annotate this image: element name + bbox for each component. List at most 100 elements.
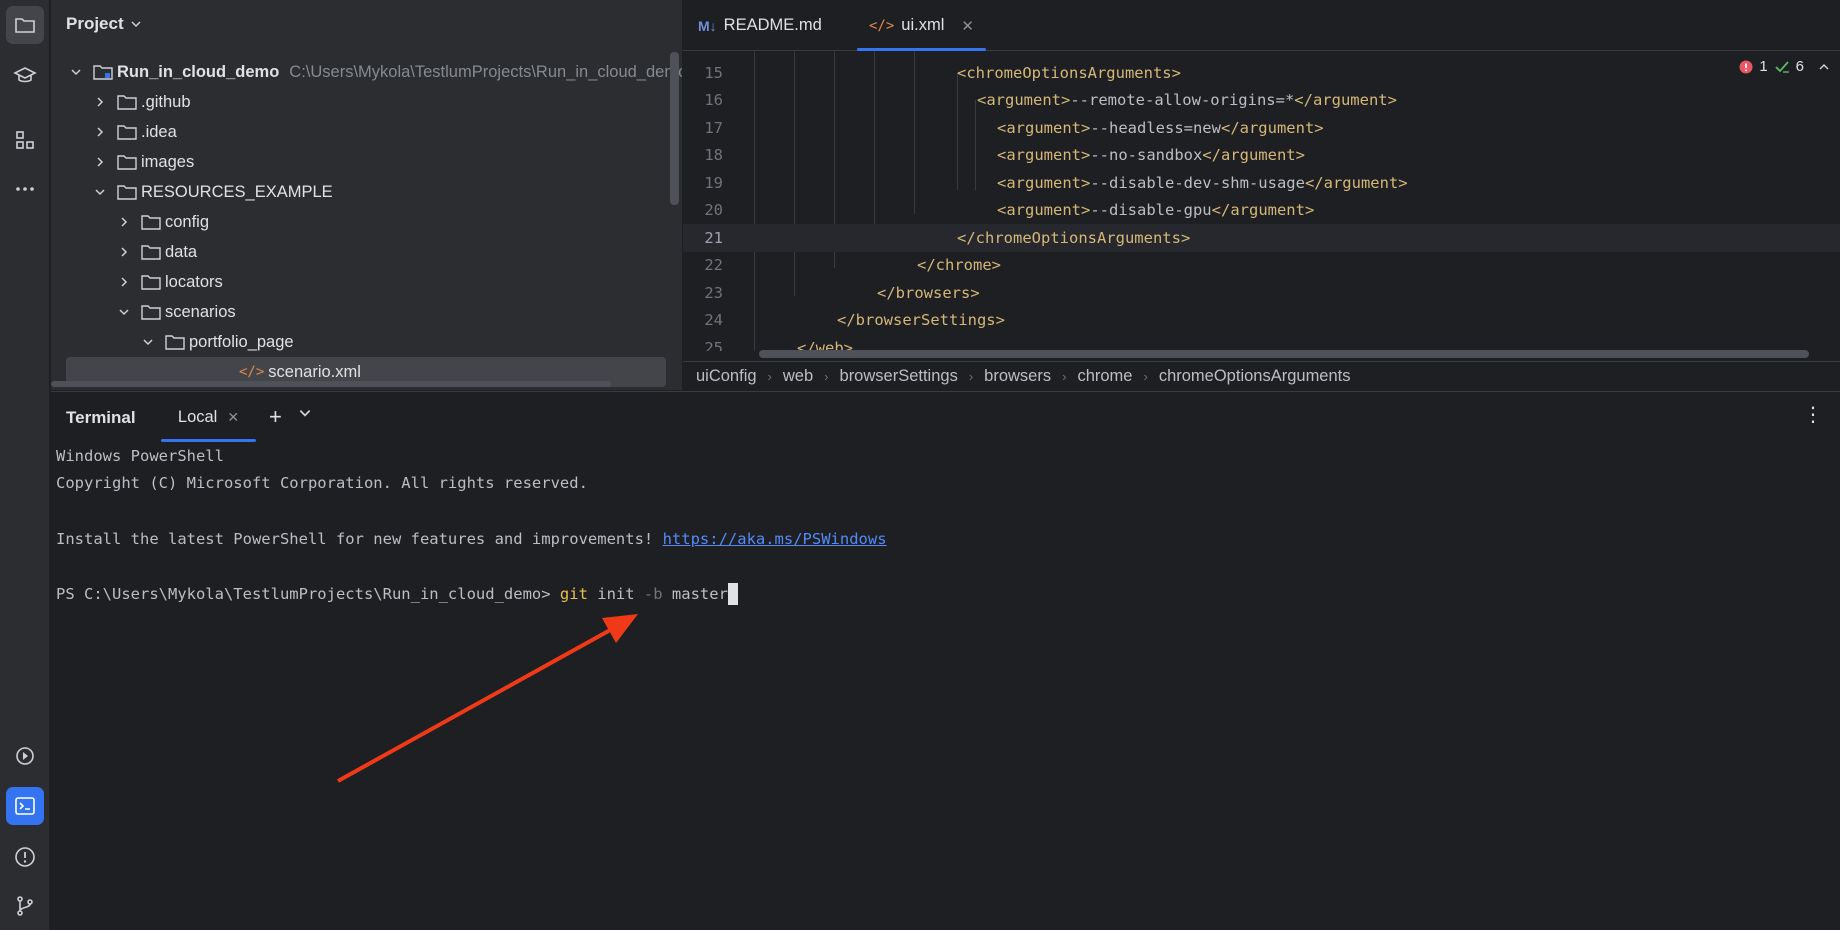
code-tag: <argument> — [997, 201, 1091, 220]
terminal-panel: Terminal Local ✕ + ⋮ Windows PowerShell … — [51, 391, 1840, 930]
structure-tool-button[interactable] — [6, 121, 44, 159]
folder-icon — [117, 124, 137, 140]
code-value: --headless=new — [1090, 118, 1221, 137]
code-tag: <argument> — [997, 118, 1091, 137]
chevron-right-icon — [93, 95, 107, 109]
folder-icon — [141, 274, 161, 290]
breadcrumb-item[interactable]: browserSettings — [840, 367, 958, 386]
root-name: Run_in_cloud_demo — [117, 62, 280, 81]
tree-item-portfolio-page[interactable]: portfolio_page — [141, 327, 294, 357]
project-panel: Project Run_in_cloud_demo C:\Users\Mykol… — [51, 0, 682, 390]
close-icon[interactable]: ✕ — [227, 409, 239, 426]
services-tool-button[interactable] — [6, 737, 44, 775]
code-tag: </argument> — [1294, 91, 1397, 110]
code-area[interactable]: 15 <chromeOptionsArguments> 16 <argument… — [683, 51, 1840, 351]
tool-window-strip — [0, 0, 50, 930]
markdown-file-icon: M↓ — [698, 17, 717, 34]
tree-item-resources-example[interactable]: RESOURCES_EXAMPLE — [93, 177, 333, 207]
terminal-header: Terminal Local ✕ + ⋮ — [51, 392, 1840, 442]
terminal-prompt: PS C:\Users\Mykola\TestlumProjects\Run_i… — [56, 584, 560, 603]
graduation-cap-icon — [13, 67, 37, 83]
editor-horizontal-scrollbar[interactable] — [759, 350, 1809, 358]
chevron-down-icon[interactable] — [298, 406, 312, 425]
code-tag: </browserSettings> — [837, 311, 1005, 330]
tree-item-data[interactable]: data — [117, 237, 197, 267]
code-text: <argument>--disable-dev-shm-usage</argum… — [997, 174, 1408, 192]
code-line-21: 21 </chromeOptionsArguments> — [683, 224, 1840, 252]
tree-item-images[interactable]: images — [93, 147, 194, 177]
folder-icon — [15, 18, 35, 33]
module-folder-icon — [93, 64, 113, 80]
xml-file-icon: </> — [869, 17, 895, 34]
text-cursor — [727, 582, 738, 605]
code-value: --remote-allow-origins=* — [1070, 91, 1295, 110]
problems-tool-button[interactable] — [6, 838, 44, 876]
terminal-line: Windows PowerShell — [56, 446, 224, 465]
chevron-right-icon — [117, 245, 131, 259]
breadcrumb-item[interactable]: browsers — [984, 367, 1051, 386]
chevron-right-icon — [93, 125, 107, 139]
breadcrumb-item[interactable]: chrome — [1077, 367, 1132, 386]
chevron-down-icon — [93, 185, 107, 199]
code-value: --disable-dev-shm-usage — [1090, 173, 1305, 192]
tree-item-idea[interactable]: .idea — [93, 117, 177, 147]
code-line-24: 24 </browserSettings> — [683, 307, 1840, 335]
powershell-link[interactable]: https://aka.ms/PSWindows — [663, 530, 887, 548]
tab-ui-xml[interactable]: </> ui.xml ✕ — [857, 0, 986, 51]
tree-item-scenarios[interactable]: scenarios — [117, 297, 236, 327]
more-vertical-icon[interactable]: ⋮ — [1803, 402, 1823, 427]
tree-item-label: portfolio_page — [189, 332, 294, 351]
git-branch-icon — [17, 896, 33, 916]
learn-tool-button[interactable] — [6, 56, 44, 94]
line-number: 19 — [704, 173, 723, 192]
line-number: 25 — [704, 338, 723, 351]
editor-tabs: M↓ README.md </> ui.xml ✕ — [683, 0, 1840, 51]
project-horizontal-scrollbar[interactable] — [51, 381, 611, 387]
breadcrumb-item[interactable]: web — [783, 367, 813, 386]
tree-item-locators[interactable]: locators — [117, 267, 223, 297]
folder-icon — [117, 184, 137, 200]
terminal-line-empty — [56, 552, 887, 580]
tree-item-github[interactable]: .github — [93, 87, 191, 117]
tree-item-label: RESOURCES_EXAMPLE — [141, 182, 333, 201]
run-services-icon — [16, 747, 34, 765]
folder-icon — [141, 244, 161, 260]
code-value: --no-sandbox — [1090, 146, 1203, 165]
code-tag: </argument> — [1220, 118, 1324, 137]
new-tab-plus-icon[interactable]: + — [269, 404, 282, 430]
project-tool-button[interactable] — [6, 6, 44, 44]
code-tag: <argument> — [997, 146, 1091, 165]
terminal-output[interactable]: Windows PowerShell Copyright (C) Microso… — [56, 442, 887, 608]
close-icon[interactable]: ✕ — [961, 17, 974, 35]
terminal-tool-button[interactable] — [6, 787, 44, 825]
code-line-15: 15 <chromeOptionsArguments> — [683, 59, 1840, 87]
breadcrumb-item[interactable]: chromeOptionsArguments — [1159, 367, 1351, 386]
project-vertical-scrollbar[interactable] — [670, 52, 679, 205]
tab-label: Local — [177, 407, 218, 426]
line-number: 24 — [704, 311, 723, 330]
code-text: <argument>--headless=new</argument> — [997, 119, 1324, 137]
tab-local[interactable]: Local ✕ — [161, 392, 256, 442]
tab-readme[interactable]: M↓ README.md — [698, 0, 822, 51]
code-line-22: 22 </chrome> — [683, 252, 1840, 280]
folder-icon — [117, 94, 137, 110]
tree-item-config[interactable]: config — [117, 207, 209, 237]
git-tool-button[interactable] — [6, 887, 44, 925]
line-number: 23 — [704, 283, 723, 302]
chevron-right-icon — [117, 215, 131, 229]
root-path: C:\Users\Mykola\TestlumProjects\Run_in_c… — [289, 62, 682, 81]
breadcrumb-item[interactable]: uiConfig — [696, 367, 757, 386]
line-number: 16 — [704, 91, 723, 110]
chevron-right-icon: › — [1143, 368, 1148, 384]
more-horizontal-icon — [16, 187, 34, 191]
more-tools-button[interactable] — [6, 170, 44, 208]
chevron-down-icon — [131, 21, 141, 28]
line-number: 17 — [704, 118, 723, 137]
project-header[interactable]: Project — [66, 14, 142, 34]
code-tag: <chromeOptionsArguments> — [957, 63, 1181, 82]
tab-label: ui.xml — [901, 16, 945, 34]
code-line-16: 16 <argument>--remote-allow-origins=*</a… — [683, 87, 1840, 115]
tree-root-run-in-cloud-demo[interactable]: Run_in_cloud_demo C:\Users\Mykola\Testlu… — [69, 57, 682, 87]
line-number: 20 — [704, 201, 723, 220]
command-init: init — [587, 584, 644, 603]
